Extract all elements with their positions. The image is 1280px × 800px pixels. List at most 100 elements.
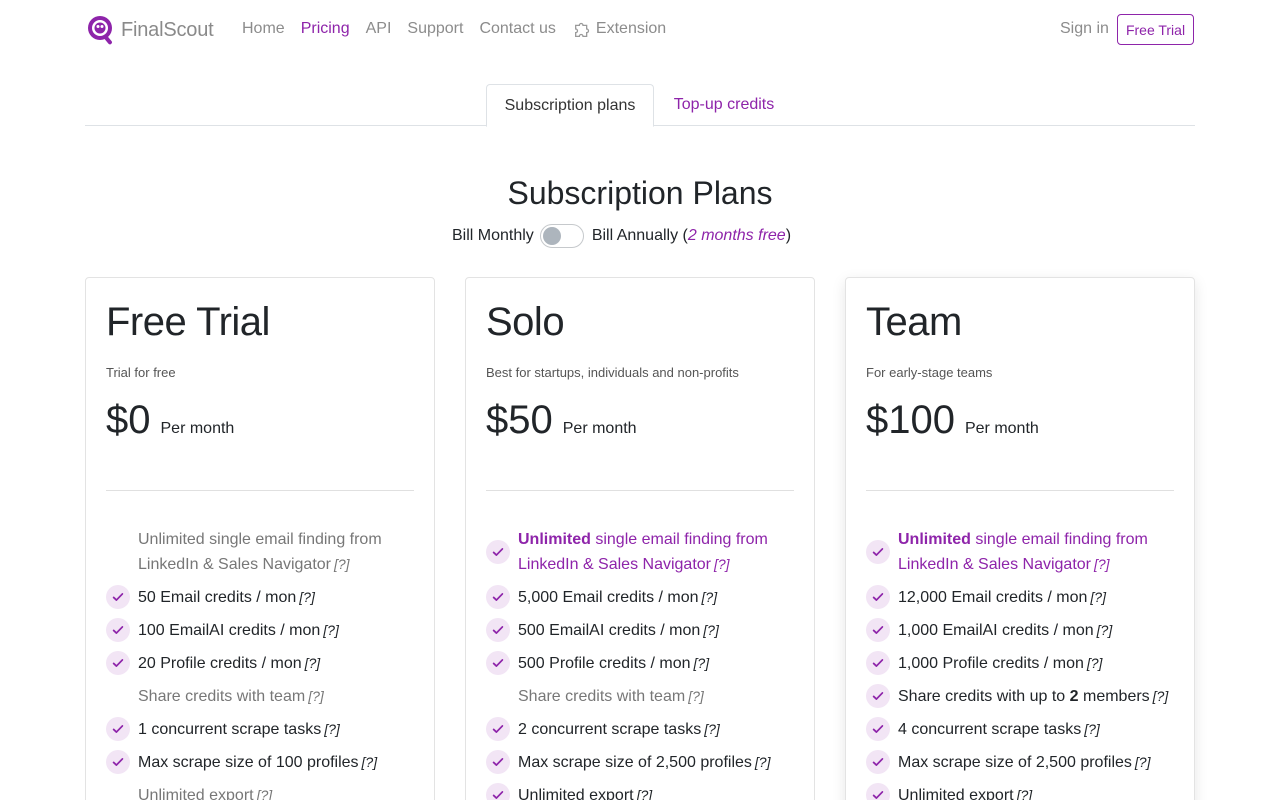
plan-tagline: Best for startups, individuals and non-p…	[486, 365, 739, 380]
feature-item: 20 Profile credits / mon [?]	[106, 651, 426, 676]
nav-extension-link[interactable]: Extension	[572, 18, 666, 40]
card-divider	[486, 490, 794, 491]
feature-item: Unlimited export [?]	[486, 783, 806, 800]
feature-item: Unlimited single email finding from Link…	[106, 528, 426, 577]
feature-help-link[interactable]: [?]	[1097, 622, 1113, 638]
check-icon	[866, 585, 890, 609]
feature-item: 500 Profile credits / mon [?]	[486, 651, 806, 676]
check-icon	[486, 783, 510, 800]
feature-help-link[interactable]: [?]	[702, 589, 718, 605]
feature-text: 5,000 Email credits / mon	[518, 589, 699, 606]
feature-text: 500 Profile credits / mon	[518, 655, 691, 672]
feature-help-link[interactable]: [?]	[694, 655, 710, 671]
feature-item: 500 EmailAI credits / mon [?]	[486, 618, 806, 643]
plan-price: $50 Per month	[486, 398, 637, 443]
card-divider	[866, 490, 1174, 491]
feature-text: 4 concurrent scrape tasks	[898, 721, 1082, 738]
nav-pricing-link[interactable]: Pricing	[301, 20, 350, 38]
feature-help-link[interactable]: [?]	[299, 589, 315, 605]
feature-text: 1,000 EmailAI credits / mon	[898, 622, 1094, 639]
feature-text: Max scrape size of 100 profiles	[138, 754, 359, 771]
plan-card-team: Team For early-stage teams $100 Per mont…	[845, 277, 1195, 800]
feature-item: 12,000 Email credits / mon [?]	[866, 585, 1186, 610]
check-icon	[106, 651, 130, 675]
feature-item: 50 Email credits / mon [?]	[106, 585, 426, 610]
bill-annually-text: Bill Annually (	[591, 227, 688, 244]
check-icon	[486, 717, 510, 741]
tab-subscription-plans[interactable]: Subscription plans	[486, 84, 654, 127]
price-period: Per month	[964, 420, 1039, 437]
feature-help-link[interactable]: [?]	[323, 622, 339, 638]
feature-help-link[interactable]: [?]	[688, 688, 704, 704]
check-icon	[486, 585, 510, 609]
feature-highlight: Unlimited	[898, 531, 971, 548]
feature-help-link[interactable]: [?]	[257, 787, 273, 800]
puzzle-piece-icon	[574, 22, 590, 37]
nav-home-link[interactable]: Home	[242, 20, 285, 38]
feature-help-link[interactable]: [?]	[1084, 721, 1100, 737]
feature-text: 1 concurrent scrape tasks	[138, 721, 322, 738]
feature-text: 2 concurrent scrape tasks	[518, 721, 702, 738]
feature-item: Unlimited single email finding from Link…	[866, 528, 1186, 577]
feature-help-link[interactable]: [?]	[637, 787, 653, 800]
feature-help-link[interactable]: [?]	[755, 754, 771, 770]
feature-text: Max scrape size of 2,500 profiles	[898, 754, 1132, 771]
feature-help-link[interactable]: [?]	[305, 655, 321, 671]
feature-highlight: Unlimited	[518, 531, 591, 548]
months-free-note: 2 months free	[687, 227, 786, 244]
nav-extension-label: Extension	[595, 20, 667, 37]
feature-text: Unlimited export	[138, 787, 254, 800]
feature-item: 2 concurrent scrape tasks [?]	[486, 717, 806, 742]
feature-text: 500 EmailAI credits / mon	[518, 622, 701, 639]
feature-item: 100 EmailAI credits / mon [?]	[106, 618, 426, 643]
nav-api-link[interactable]: API	[366, 20, 392, 38]
plan-price: $100 Per month	[866, 398, 1039, 443]
feature-text: 50 Email credits / mon	[138, 589, 297, 606]
page-title: Subscription Plans	[507, 175, 773, 211]
tab-top-up-credits[interactable]: Top-up credits	[670, 84, 778, 126]
nav-contact-link[interactable]: Contact us	[479, 20, 555, 38]
feature-text: Unlimited export	[518, 787, 634, 800]
feature-item: Max scrape size of 2,500 profiles [?]	[486, 750, 806, 775]
free-trial-button[interactable]: Free Trial	[1117, 14, 1194, 45]
plan-card-solo: Solo Best for startups, individuals and …	[465, 277, 815, 800]
feature-text: Share credits with team	[138, 688, 306, 705]
feature-help-link[interactable]: [?]	[1090, 589, 1106, 605]
feature-help-link[interactable]: [?]	[1153, 688, 1169, 704]
feature-help-link[interactable]: [?]	[324, 721, 340, 737]
price-amount: $50	[486, 398, 553, 442]
feature-help-link[interactable]: [?]	[308, 688, 324, 704]
feature-help-link[interactable]: [?]	[704, 721, 720, 737]
check-icon	[106, 618, 130, 642]
feature-help-link[interactable]: [?]	[1094, 556, 1110, 572]
feature-list: Unlimited single email finding from Link…	[106, 528, 426, 800]
check-icon	[106, 717, 130, 741]
plan-tagline: Trial for free	[106, 365, 176, 380]
feature-help-link[interactable]: [?]	[1135, 754, 1151, 770]
brand-name: FinalScout	[121, 18, 214, 41]
price-amount: $100	[866, 398, 955, 442]
feature-item: Unlimited export [?]	[866, 783, 1186, 800]
feature-help-link[interactable]: [?]	[703, 622, 719, 638]
check-icon	[866, 540, 890, 564]
billing-period-toggle[interactable]	[539, 224, 584, 248]
feature-item: 4 concurrent scrape tasks [?]	[866, 717, 1186, 742]
feature-help-link[interactable]: [?]	[1017, 787, 1033, 800]
navbar: FinalScout Home Pricing API Support Cont…	[0, 0, 1280, 60]
brand-logo-link[interactable]: FinalScout	[86, 14, 214, 46]
bill-annually-label: Bill Annually (2 months free)	[592, 227, 791, 245]
feature-item: 1,000 Profile credits / mon [?]	[866, 651, 1186, 676]
feature-help-link[interactable]: [?]	[1087, 655, 1103, 671]
nav-support-link[interactable]: Support	[407, 20, 463, 38]
feature-item: Share credits with team [?]	[106, 684, 426, 709]
bill-monthly-label: Bill Monthly	[452, 227, 534, 244]
check-icon	[866, 618, 890, 642]
feature-item: 5,000 Email credits / mon [?]	[486, 585, 806, 610]
finalscout-logo-icon	[88, 16, 112, 45]
feature-help-link[interactable]: [?]	[334, 556, 350, 572]
check-icon	[106, 750, 130, 774]
sign-in-link[interactable]: Sign in	[1060, 20, 1109, 38]
feature-help-link[interactable]: [?]	[714, 556, 730, 572]
bill-annually-close: )	[785, 227, 792, 244]
feature-help-link[interactable]: [?]	[362, 754, 378, 770]
